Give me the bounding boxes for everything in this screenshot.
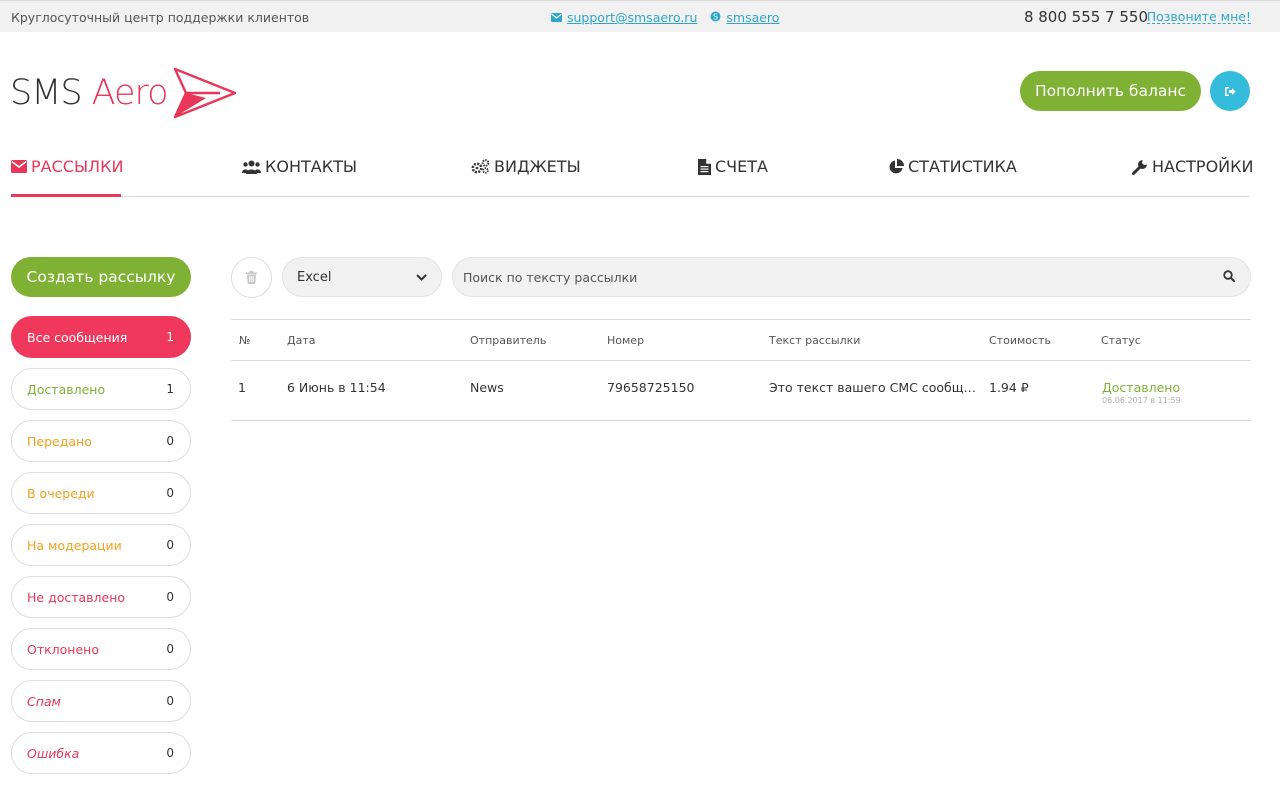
filter-label: Передано xyxy=(27,433,92,449)
search-input[interactable] xyxy=(463,258,1203,296)
cell-cost: 1.94 ₽ xyxy=(989,380,1029,395)
callback-link[interactable]: Позвоните мне! xyxy=(1146,10,1251,24)
support-phone: 8 800 555 7 550 xyxy=(1023,8,1148,26)
export-format-select[interactable]: Excel xyxy=(282,257,442,297)
nav-tab-label: НАСТРОЙКИ xyxy=(1152,157,1254,176)
column-header: Стоимость xyxy=(989,334,1051,347)
pie-chart-icon xyxy=(888,158,904,175)
top-bar: Круглосуточный центр поддержки клиентов … xyxy=(0,0,1280,32)
filter-count: 1 xyxy=(166,330,174,344)
cell-status: Доставлено xyxy=(1102,380,1181,395)
nav-tab-mailings[interactable]: РАССЫЛКИ xyxy=(11,157,123,176)
column-header: Дата xyxy=(287,334,316,347)
nav-tab-settings[interactable]: НАСТРОЙКИ xyxy=(1132,157,1253,176)
table-header: № Дата Отправитель Номер Текст рассылки … xyxy=(231,320,1251,361)
filter-label: Отклонено xyxy=(27,641,99,657)
nav-tab-invoices[interactable]: СЧЕТА xyxy=(698,157,768,176)
trash-icon xyxy=(246,271,257,284)
svg-text:S: S xyxy=(713,12,718,21)
delete-button[interactable] xyxy=(231,257,272,298)
column-header: Текст рассылки xyxy=(769,334,861,347)
nav-tab-contacts[interactable]: КОНТАКТЫ xyxy=(242,157,357,176)
filter-not-delivered[interactable]: Не доставлено 0 xyxy=(11,576,191,618)
nav-tab-statistics[interactable]: СТАТИСТИКА xyxy=(888,157,1017,176)
cell-number: 1 xyxy=(238,380,246,395)
filter-label: В очереди xyxy=(27,485,95,501)
filter-label: На модерации xyxy=(27,537,122,553)
filter-count: 0 xyxy=(166,746,174,760)
filter-label: Спам xyxy=(27,693,61,709)
paper-plane-icon xyxy=(173,67,236,119)
nav-tab-label: РАССЫЛКИ xyxy=(31,157,124,176)
top-up-balance-button[interactable]: Пополнить баланс xyxy=(1020,71,1201,111)
active-tab-indicator xyxy=(11,194,121,197)
filter-count: 0 xyxy=(166,590,174,604)
envelope-icon xyxy=(11,160,27,173)
chevron-down-icon xyxy=(416,273,427,281)
logo[interactable]: SMS Aero xyxy=(10,66,245,120)
filter-queued[interactable]: В очереди 0 xyxy=(11,472,191,514)
skype-link[interactable]: smsaero xyxy=(726,10,779,25)
column-header: Отправитель xyxy=(470,334,547,347)
filter-label: Доставлено xyxy=(27,381,106,397)
gears-icon xyxy=(471,159,490,174)
users-icon xyxy=(242,160,261,174)
contacts: support@smsaero.ru S smsaero xyxy=(551,10,779,25)
cell-sender: News xyxy=(470,380,504,395)
logo-aero: Aero xyxy=(91,73,169,113)
nav-tab-label: СЧЕТА xyxy=(715,157,768,176)
cell-date: 6 Июнь в 11:54 xyxy=(287,380,386,395)
cell-message-text: Это текст вашего СМС сообщения xyxy=(769,380,979,395)
main-nav: РАССЫЛКИ КОНТАКТЫ ВИДЖЕТЫ СЧЕТА СТАТИСТИ… xyxy=(11,146,1253,197)
search-icon[interactable] xyxy=(1223,270,1235,282)
column-header: Статус xyxy=(1101,334,1141,347)
logo-sms: SMS xyxy=(10,73,83,113)
filter-error[interactable]: Ошибка 0 xyxy=(11,732,191,774)
filter-all-messages[interactable]: Все сообщения 1 xyxy=(11,316,191,358)
filter-label: Ошибка xyxy=(27,745,80,761)
filter-count: 0 xyxy=(166,486,174,500)
support-email-link[interactable]: support@smsaero.ru xyxy=(567,10,697,25)
wrench-icon xyxy=(1132,159,1148,175)
column-header: Номер xyxy=(607,334,645,347)
search-box xyxy=(452,257,1251,297)
filter-spam[interactable]: Спам 0 xyxy=(11,680,191,722)
mailings-table: № Дата Отправитель Номер Текст рассылки … xyxy=(231,319,1251,421)
filter-label: Не доставлено xyxy=(27,589,126,605)
filter-moderation[interactable]: На модерации 0 xyxy=(11,524,191,566)
filter-count: 0 xyxy=(166,642,174,656)
nav-tab-label: ВИДЖЕТЫ xyxy=(494,157,581,176)
export-format-value: Excel xyxy=(297,269,332,285)
envelope-icon xyxy=(551,10,562,25)
filter-delivered[interactable]: Доставлено 1 xyxy=(11,368,191,410)
nav-tab-widgets[interactable]: ВИДЖЕТЫ xyxy=(471,157,581,176)
filter-count: 0 xyxy=(166,434,174,448)
cell-status-time: 06.06.2017 в 11:59 xyxy=(1102,396,1181,405)
support-text: Круглосуточный центр поддержки клиентов xyxy=(11,10,310,25)
create-mailing-button[interactable]: Создать рассылку xyxy=(11,257,191,297)
filter-label: Все сообщения xyxy=(27,329,128,345)
table-row[interactable]: 1 6 Июнь в 11:54 News 79658725150 Это те… xyxy=(231,361,1251,421)
filter-count: 0 xyxy=(166,694,174,708)
filter-rejected[interactable]: Отклонено 0 xyxy=(11,628,191,670)
nav-tab-label: СТАТИСТИКА xyxy=(908,157,1017,176)
logout-button[interactable] xyxy=(1210,71,1250,111)
filter-count: 1 xyxy=(166,382,174,396)
skype-icon: S xyxy=(710,10,721,25)
cell-phone: 79658725150 xyxy=(607,380,695,395)
filter-transferred[interactable]: Передано 0 xyxy=(11,420,191,462)
sign-out-icon xyxy=(1225,86,1236,96)
nav-tab-label: КОНТАКТЫ xyxy=(265,157,357,176)
column-header: № xyxy=(239,334,251,347)
file-icon xyxy=(698,158,711,175)
filter-count: 0 xyxy=(166,538,174,552)
